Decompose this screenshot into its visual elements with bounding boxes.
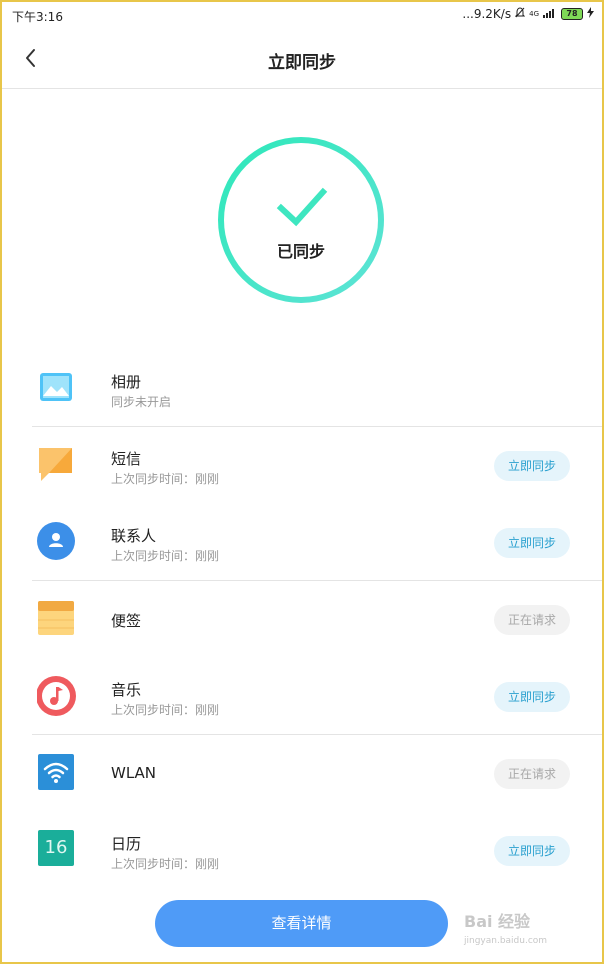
sync-status-label: 已同步 xyxy=(276,242,325,261)
mute-icon xyxy=(514,7,526,21)
item-title: 日历 xyxy=(111,835,142,853)
sync-now-button[interactable]: 立即同步 xyxy=(494,836,570,866)
wifi-icon xyxy=(37,753,75,791)
sync-ring-icon xyxy=(218,137,384,303)
contacts-icon xyxy=(37,522,75,560)
list-item-music[interactable]: 音乐 上次同步时间：刚刚 立即同步 xyxy=(0,658,604,735)
item-title: 相册 xyxy=(111,373,142,391)
list-item-notes[interactable]: 便签 正在请求 xyxy=(0,581,604,658)
music-icon xyxy=(36,676,76,716)
requesting-button[interactable]: 正在请求 xyxy=(494,759,570,789)
item-subtitle: 上次同步时间：刚刚 xyxy=(111,857,220,871)
list-item-contacts[interactable]: 联系人 上次同步时间：刚刚 立即同步 xyxy=(0,504,604,581)
list-item-sms[interactable]: 短信 上次同步时间：刚刚 立即同步 xyxy=(0,427,604,504)
status-icons: ...9.2K/s 4G 78 xyxy=(462,7,594,21)
item-subtitle: 上次同步时间：刚刚 xyxy=(111,703,220,717)
item-title: 便签 xyxy=(111,612,142,630)
charging-icon xyxy=(587,7,594,21)
sync-now-button[interactable]: 立即同步 xyxy=(494,528,570,558)
item-title: WLAN xyxy=(111,764,157,782)
sync-now-button[interactable]: 立即同步 xyxy=(494,682,570,712)
header: 立即同步 xyxy=(0,30,604,89)
item-title: 短信 xyxy=(111,450,142,468)
network-speed: ...9.2K/s xyxy=(462,7,512,21)
requesting-button[interactable]: 正在请求 xyxy=(494,605,570,635)
message-icon xyxy=(37,445,75,483)
status-bar: 下午3:16 ...9.2K/s 4G 78 xyxy=(0,0,604,30)
calendar-day: 16 xyxy=(44,837,68,858)
sync-status-circle: 已同步 xyxy=(217,136,385,304)
sync-item-list: 相册 同步未开启 短信 上次同步时间：刚刚 立即同步 联系人 上次同步时间：刚刚… xyxy=(0,350,604,889)
calendar-icon: 16 xyxy=(38,830,74,866)
battery-icon: 78 xyxy=(561,8,583,20)
item-subtitle: 上次同步时间：刚刚 xyxy=(111,549,220,563)
item-title: 联系人 xyxy=(111,527,157,545)
watermark-logo: Bai 经验 xyxy=(464,912,531,931)
item-title: 音乐 xyxy=(111,681,142,699)
sync-now-button[interactable]: 立即同步 xyxy=(494,451,570,481)
signal-label: 4G xyxy=(529,10,539,18)
list-item-wlan[interactable]: WLAN 正在请求 xyxy=(0,735,604,812)
view-details-button[interactable]: 查看详情 xyxy=(155,900,448,947)
signal-icon xyxy=(543,7,557,21)
page-title: 立即同步 xyxy=(268,53,336,73)
gallery-icon xyxy=(37,368,75,406)
item-subtitle: 上次同步时间：刚刚 xyxy=(111,472,220,486)
list-item-gallery[interactable]: 相册 同步未开启 xyxy=(0,350,604,427)
item-subtitle: 同步未开启 xyxy=(111,395,172,409)
list-item-calendar[interactable]: 16 日历 上次同步时间：刚刚 立即同步 xyxy=(0,812,604,889)
status-time: 下午3:16 xyxy=(12,10,63,24)
watermark-url: jingyan.baidu.com xyxy=(464,936,548,946)
notes-icon xyxy=(37,599,75,637)
